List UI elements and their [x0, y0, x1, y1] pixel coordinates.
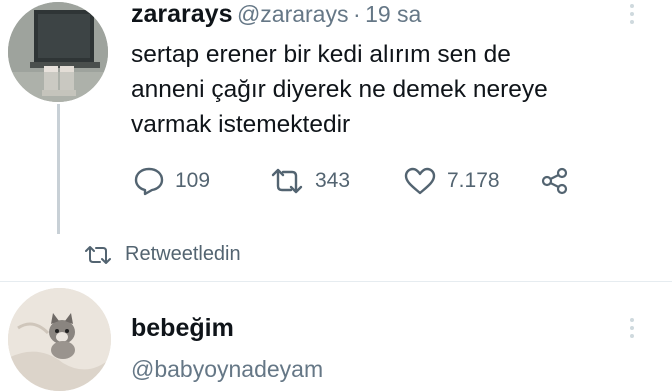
retweet-count: 343	[315, 169, 351, 192]
profile-photo	[8, 2, 108, 102]
user-handle[interactable]: @babyoynadeyam	[131, 356, 323, 383]
more-icon[interactable]	[630, 318, 634, 338]
share-icon	[541, 167, 568, 195]
heart-icon	[404, 167, 436, 195]
tweet-text-line: anneni çağır diyerek ne demek nereye	[131, 76, 548, 103]
tweet-text: sertap erener bir kedi alırım sen de ann…	[131, 37, 651, 142]
thread-line	[57, 104, 60, 234]
like-count: 7.178	[447, 169, 500, 192]
tweet-header: zararays @zararays · 19 sa	[131, 0, 421, 29]
retweet-icon	[271, 168, 303, 194]
retweeted-label: Retweetledin	[125, 243, 241, 265]
reply-count: 109	[175, 169, 211, 192]
tweet-text-line: sertap erener bir kedi alırım sen de	[131, 41, 511, 68]
more-icon[interactable]	[630, 4, 634, 24]
avatar[interactable]	[8, 2, 108, 102]
reply-icon	[134, 167, 164, 196]
display-name[interactable]: zararays	[131, 0, 232, 28]
retweet-icon	[85, 245, 111, 264]
display-name[interactable]: bebeğim	[131, 314, 234, 343]
kitten-photo	[8, 288, 111, 391]
retweeted-indicator: Retweetledin	[83, 243, 241, 266]
tweet-time[interactable]: 19 sa	[365, 1, 421, 27]
divider	[0, 281, 672, 282]
retweet-button[interactable]: 343	[269, 166, 350, 196]
user-handle[interactable]: @zararays	[237, 1, 349, 27]
tweet-text-line: varmak istemektedir	[131, 111, 351, 138]
reply-button[interactable]: 109	[133, 166, 210, 196]
share-button[interactable]	[540, 166, 570, 201]
like-button[interactable]: 7.178	[403, 166, 500, 196]
avatar[interactable]	[8, 288, 111, 391]
separator-dot: ·	[352, 1, 361, 27]
